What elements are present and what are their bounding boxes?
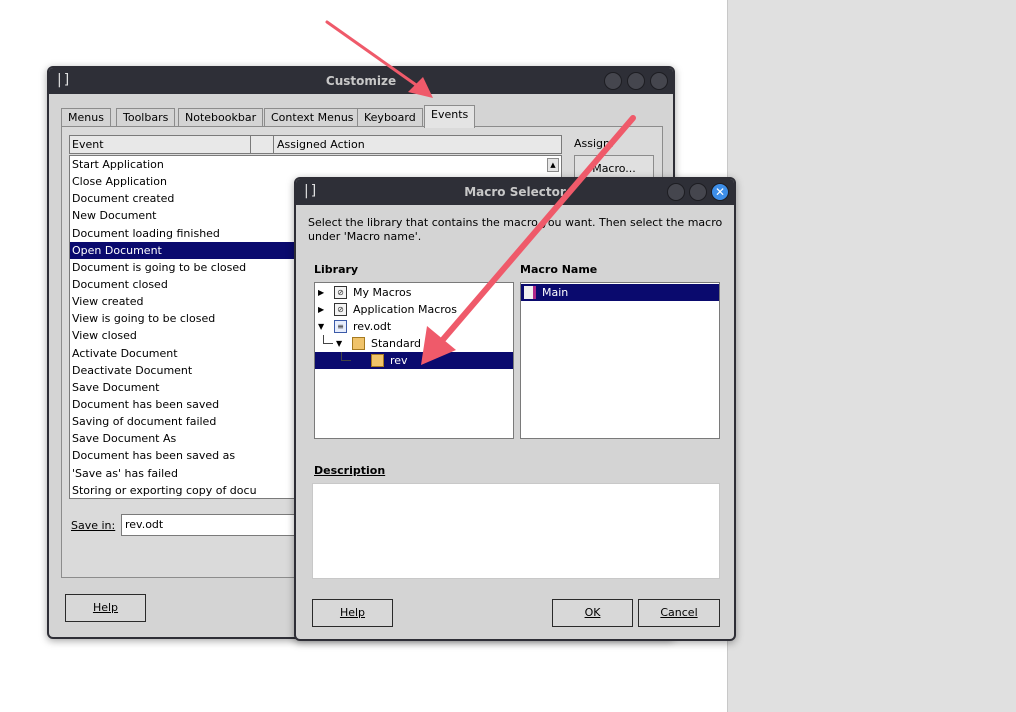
minimize-button[interactable] (604, 72, 622, 90)
collapse-arrow-icon[interactable]: ▼ (336, 335, 342, 352)
tab-notebookbar[interactable]: Notebookbar (178, 108, 264, 128)
expand-arrow-icon[interactable]: ▶ (318, 301, 324, 318)
help-button[interactable]: Help (65, 594, 146, 622)
cancel-button[interactable]: Cancel (638, 599, 720, 627)
description-label: Description (314, 464, 386, 477)
macro-library-icon: ⊘ (334, 303, 347, 316)
column-header-event[interactable]: Event (72, 138, 104, 151)
expand-arrow-icon[interactable]: ▶ (318, 284, 324, 301)
tree-item-standard[interactable]: ▼ Standard (315, 335, 513, 352)
tab-keyboard[interactable]: Keyboard (357, 108, 423, 128)
description-box (312, 483, 720, 579)
tree-item-application-macros[interactable]: ▶ ⊘ Application Macros (315, 301, 513, 318)
event-row[interactable]: Start Application (70, 156, 561, 173)
macro-item-main[interactable]: Main (521, 284, 719, 301)
maximize-button[interactable] (689, 183, 707, 201)
column-header-assigned-action[interactable]: Assigned Action (277, 138, 365, 151)
tab-toolbars[interactable]: Toolbars (116, 108, 176, 128)
assign-label: Assign: (574, 137, 614, 150)
macro-selector-dialog: |] Macro Selector ✕ Select the library t… (294, 177, 736, 641)
ok-button[interactable]: OK (552, 599, 633, 627)
maximize-button[interactable] (627, 72, 645, 90)
library-label: Library (314, 263, 359, 276)
macro-library-icon: ⊘ (334, 286, 347, 299)
scroll-up-arrow[interactable]: ▲ (547, 158, 559, 172)
tab-events[interactable]: Events (424, 105, 476, 128)
selector-titlebar[interactable]: |] Macro Selector ✕ (296, 179, 734, 205)
macro-name-list[interactable]: Main (520, 282, 720, 439)
tab-menus[interactable]: Menus (61, 108, 111, 128)
instructions-text: Select the library that contains the mac… (308, 216, 723, 243)
save-in-field[interactable]: rev.odt (121, 514, 301, 536)
dialog-title: Customize (325, 74, 397, 88)
tab-context-menus[interactable]: Context Menus (264, 108, 361, 128)
customize-titlebar[interactable]: |] Customize (49, 68, 673, 94)
background-document-area (727, 0, 1016, 712)
events-table-header: Event Assigned Action (69, 135, 562, 154)
library-tree[interactable]: ▶ ⊘ My Macros ▶ ⊘ Application Macros ▼ ≡… (314, 282, 514, 439)
module-folder-icon (371, 354, 384, 367)
close-icon[interactable]: ✕ (711, 183, 729, 201)
collapse-arrow-icon[interactable]: ▼ (318, 318, 324, 335)
tree-item-my-macros[interactable]: ▶ ⊘ My Macros (315, 284, 513, 301)
folder-icon (352, 337, 365, 350)
help-button[interactable]: Help (312, 599, 393, 627)
minimize-button[interactable] (667, 183, 685, 201)
close-button[interactable] (650, 72, 668, 90)
macro-icon (524, 286, 536, 299)
document-icon: ≡ (334, 320, 347, 333)
save-in-label: Save in: (71, 519, 116, 532)
tree-item-rev-odt[interactable]: ▼ ≡ rev.odt (315, 318, 513, 335)
macro-name-label: Macro Name (520, 263, 598, 276)
